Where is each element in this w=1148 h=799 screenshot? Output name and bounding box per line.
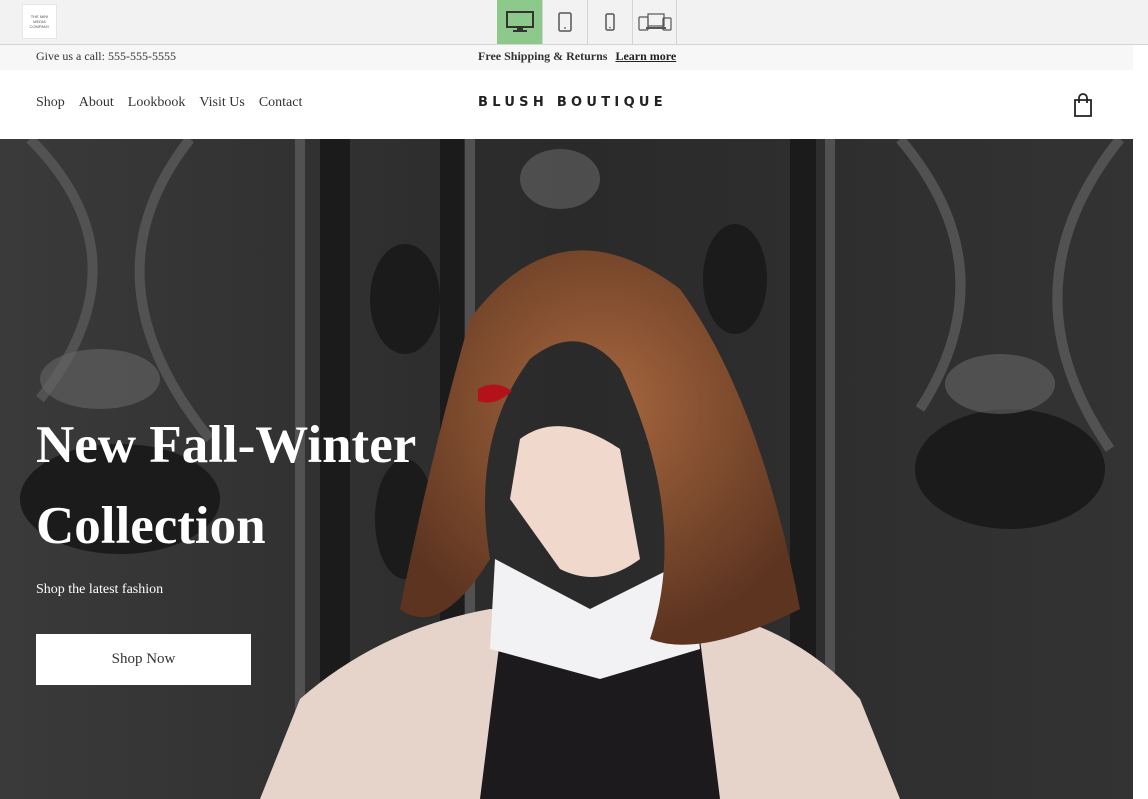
nav-shop[interactable]: Shop [36, 95, 65, 111]
shipping-text: Free Shipping & Returns [478, 49, 608, 63]
nav-about[interactable]: About [79, 95, 114, 111]
hero-title: New Fall-Winter Collection [36, 416, 416, 555]
shipping-notice: Free Shipping & Returns Learn more [478, 49, 676, 64]
learn-more-link[interactable]: Learn more [615, 49, 676, 63]
hero-banner: New Fall-Winter Collection Shop the late… [0, 139, 1133, 799]
desktop-view-button[interactable] [497, 0, 542, 44]
desktop-icon [506, 11, 534, 32]
mobile-view-button[interactable] [587, 0, 632, 44]
device-switcher [497, 0, 677, 44]
site-preview: Give us a call: 555-555-5555 Free Shippi… [0, 45, 1133, 799]
mobile-icon [605, 13, 615, 31]
scrollbar-track[interactable] [1133, 45, 1148, 799]
company-logo-text: THE MINI MEDIA COMPANY [29, 14, 50, 29]
all-devices-view-button[interactable] [632, 0, 677, 44]
shopping-bag-icon[interactable] [1072, 92, 1094, 118]
main-nav: Shop About Lookbook Visit Us Contact [36, 95, 302, 111]
phone-text: Give us a call: 555-555-5555 [36, 49, 176, 63]
site-header: Shop About Lookbook Visit Us Contact BLU… [0, 70, 1133, 139]
tablet-icon [558, 12, 572, 32]
tablet-view-button[interactable] [542, 0, 587, 44]
editor-toolbar: THE MINI MEDIA COMPANY [0, 0, 1148, 45]
brand-logo[interactable]: BLUSH BOUTIQUE [478, 95, 667, 110]
hero-subtitle: Shop the latest fashion [36, 582, 164, 597]
nav-visit-us[interactable]: Visit Us [199, 95, 244, 111]
nav-lookbook[interactable]: Lookbook [128, 95, 186, 111]
shop-now-button[interactable]: Shop Now [36, 634, 251, 685]
announcement-bar: Give us a call: 555-555-5555 Free Shippi… [0, 45, 1133, 70]
nav-contact[interactable]: Contact [259, 95, 303, 111]
company-logo[interactable]: THE MINI MEDIA COMPANY [22, 4, 57, 39]
all-devices-icon [637, 13, 672, 31]
